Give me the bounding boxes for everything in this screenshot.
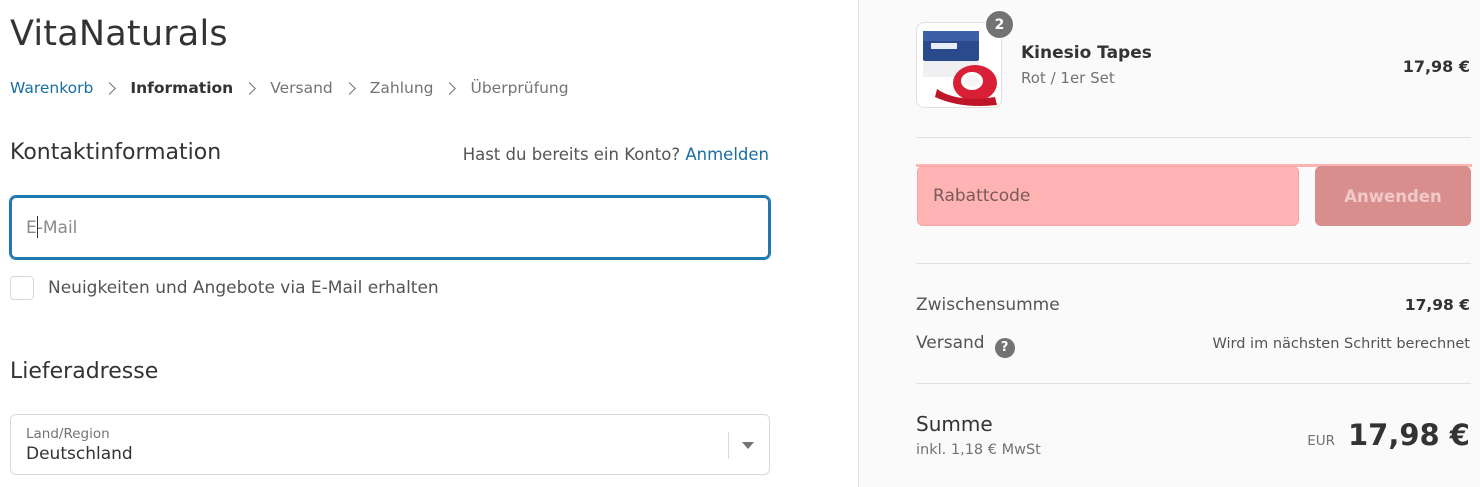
product-variant: Rot / 1er Set [1021, 69, 1115, 87]
product-name: Kinesio Tapes [1021, 43, 1152, 63]
checkout-main-column: VitaNaturals Warenkorb Information Versa… [0, 0, 858, 487]
country-select-label: Land/Region [26, 426, 110, 442]
divider [916, 383, 1471, 384]
login-prompt-text: Hast du bereits ein Konto? [462, 145, 681, 164]
login-hint: Hast du bereits ein Konto? Anmelden [463, 145, 769, 164]
quantity-badge: 2 [985, 10, 1014, 39]
newsletter-option[interactable]: Neuigkeiten und Angebote via E-Mail erha… [10, 276, 439, 300]
country-select-value: Deutschland [26, 444, 133, 464]
select-divider [728, 432, 729, 459]
order-summary-panel: 2 Kinesio Tapes Rot / 1er Set 17,98 € An… [858, 0, 1480, 487]
product-price: 17,98 € [1402, 57, 1470, 76]
contact-section-title: Kontaktinformation [10, 140, 222, 165]
question-circle-icon[interactable]: ? [994, 337, 1015, 358]
tax-note: inkl. 1,18 € MwSt [916, 442, 1041, 458]
kinesio-tape-product-image [923, 31, 997, 106]
chevron-right-icon [443, 81, 457, 95]
country-select[interactable]: Land/Region Deutschland [10, 414, 770, 475]
total-amount-wrap: EUR 17,98 € [1307, 418, 1470, 452]
apply-discount-button[interactable]: Anwenden [1315, 166, 1471, 226]
breadcrumb: Warenkorb Information Versand Zahlung Üb… [10, 79, 569, 97]
shipping-value: Wird im nächsten Schritt berechnet [1212, 336, 1470, 352]
breadcrumb-cart[interactable]: Warenkorb [10, 79, 93, 97]
shipping-row-label: Versand? [916, 333, 1015, 358]
breadcrumb-payment: Zahlung [369, 79, 434, 97]
chevron-right-icon [243, 81, 257, 95]
text-caret [37, 216, 38, 238]
email-input[interactable] [26, 217, 768, 238]
store-logo[interactable]: VitaNaturals [10, 14, 228, 54]
divider [916, 263, 1471, 264]
subtotal-value: 17,98 € [1404, 296, 1470, 314]
currency-code: EUR [1307, 433, 1335, 449]
shipping-address-title: Lieferadresse [10, 359, 159, 384]
divider [916, 137, 1471, 138]
shipping-label: Versand [916, 333, 985, 353]
login-link[interactable]: Anmelden [685, 145, 769, 164]
total-label: Summe [916, 412, 993, 436]
breadcrumb-shipping: Versand [270, 79, 333, 97]
chevron-down-icon[interactable] [742, 442, 754, 449]
breadcrumb-information: Information [130, 79, 234, 97]
newsletter-checkbox[interactable] [10, 276, 34, 300]
breadcrumb-review: Überprüfung [470, 79, 569, 97]
chevron-right-icon [103, 81, 117, 95]
total-amount: 17,98 € [1347, 418, 1470, 452]
email-field[interactable] [10, 196, 770, 259]
chevron-right-icon [342, 81, 356, 95]
newsletter-label: Neuigkeiten und Angebote via E-Mail erha… [48, 278, 439, 298]
discount-code-field[interactable] [917, 166, 1299, 226]
discount-code-input[interactable] [933, 186, 1298, 206]
subtotal-label: Zwischensumme [916, 295, 1060, 315]
